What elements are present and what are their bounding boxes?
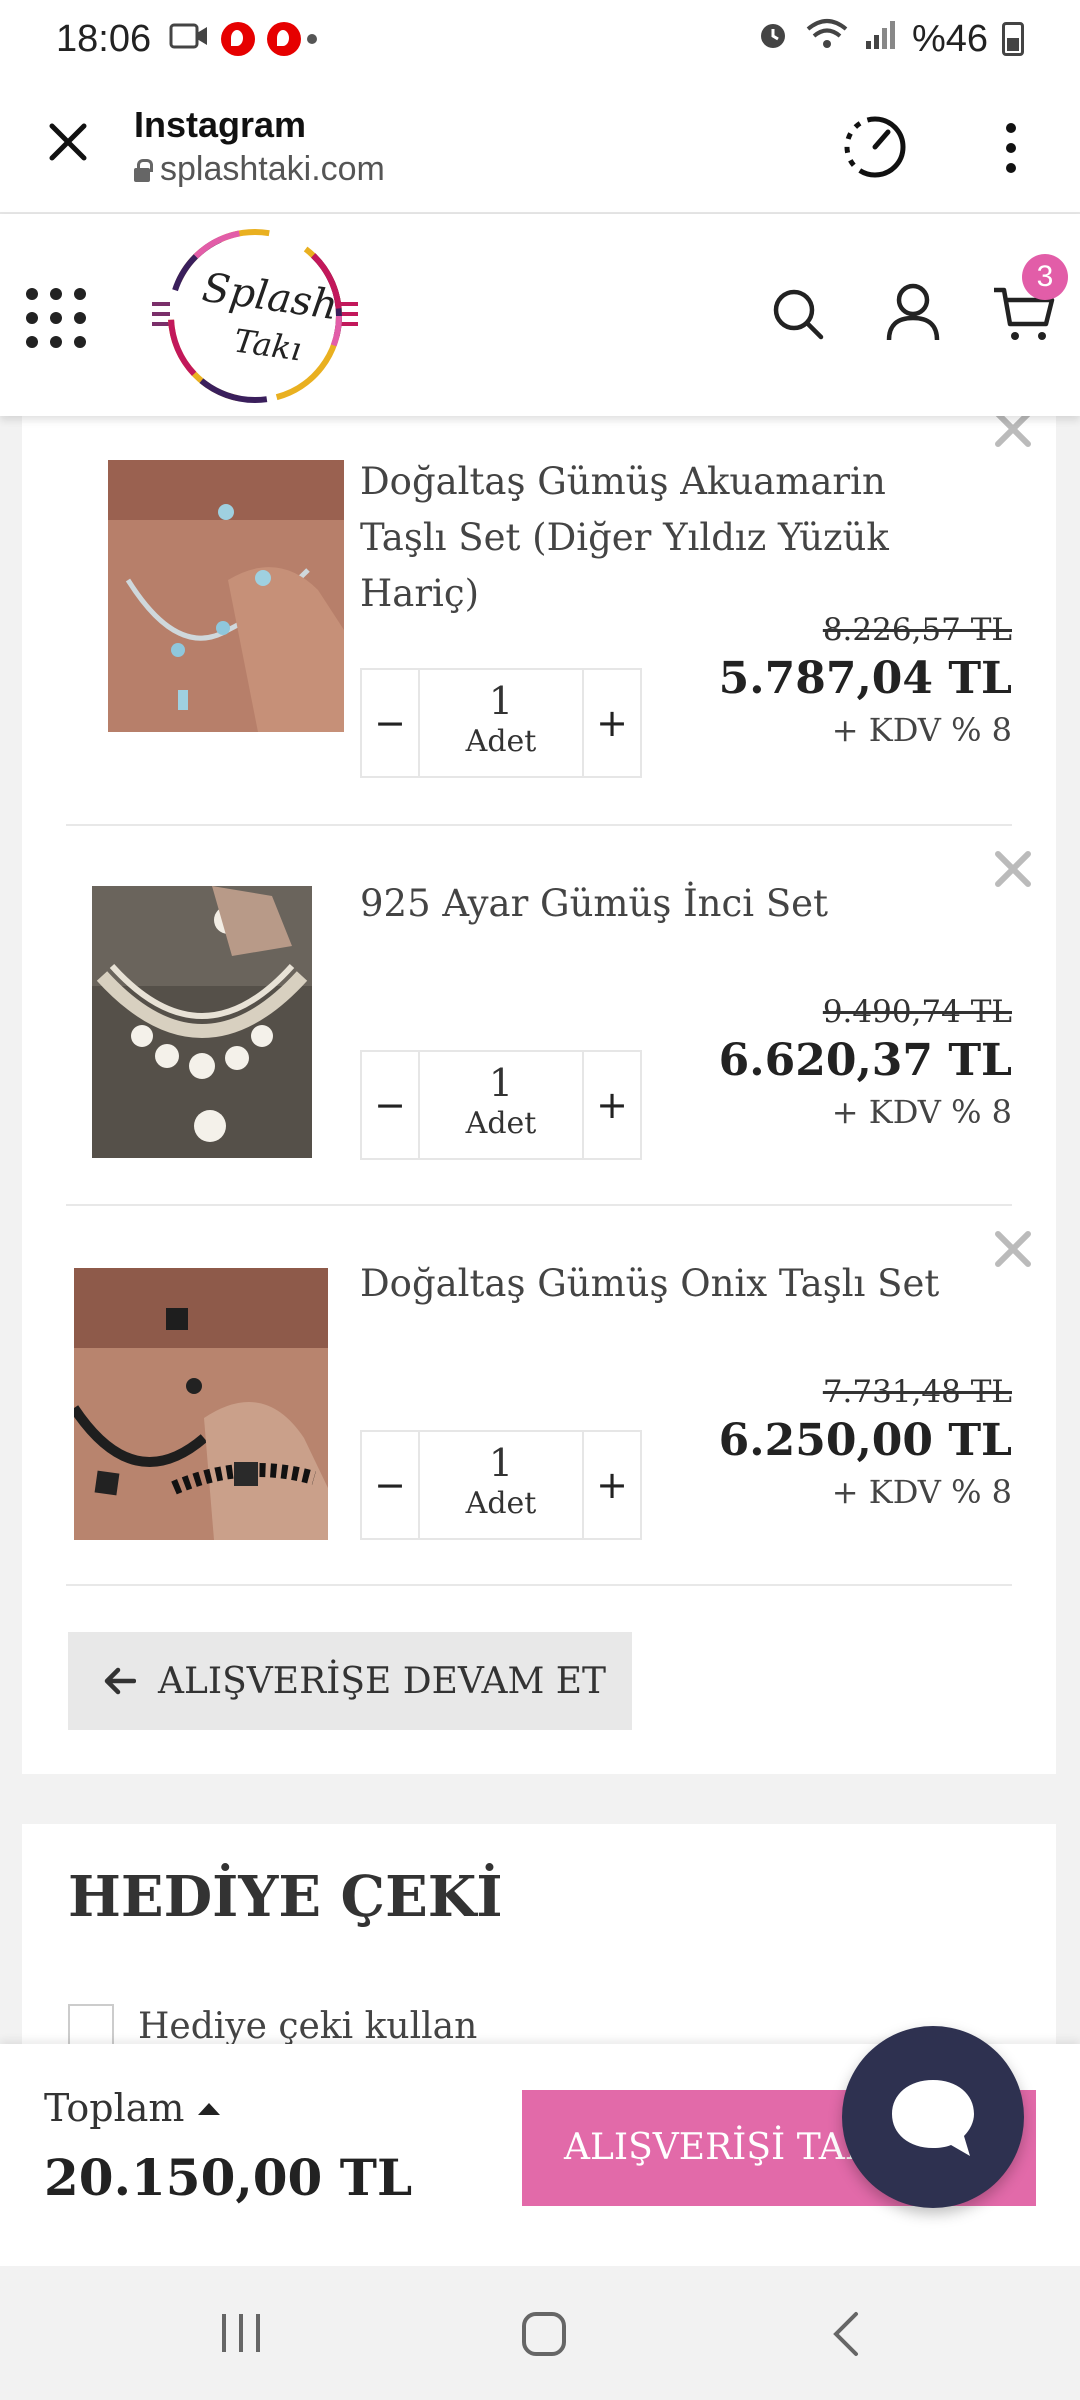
quantity-unit: Adet — [465, 1486, 537, 1521]
price-block: 8.226,57 TL 5.787,04 TL + KDV % 8 — [719, 610, 1012, 752]
recent-apps-icon[interactable] — [218, 2310, 264, 2356]
battery-icon — [1002, 22, 1024, 56]
cart-item: Doğaltaş Gümüş Akuamarin Taşlı Set (Diğe… — [66, 411, 1031, 826]
decrease-quantity-button[interactable]: − — [362, 1432, 418, 1538]
status-bar: 18:06 %46 — [0, 0, 1080, 78]
product-image[interactable] — [108, 460, 344, 732]
chat-button[interactable] — [842, 2026, 1024, 2208]
product-name[interactable]: Doğaltaş Gümüş Onix Taşlı Set — [360, 1256, 970, 1312]
wifi-icon — [804, 17, 850, 61]
total-label: Toplam — [44, 2086, 185, 2130]
status-time: 18:06 — [56, 17, 152, 60]
quantity-unit: Adet — [465, 724, 537, 759]
vodafone-icon — [267, 22, 302, 56]
price-block: 9.490,74 TL 6.620,37 TL + KDV % 8 — [719, 992, 1012, 1134]
old-price: 8.226,57 TL — [822, 612, 1012, 648]
remove-item-icon[interactable] — [992, 1228, 1034, 1270]
vat-note: + KDV % 8 — [831, 1093, 1012, 1131]
cart-item: 925 Ayar Gümüş İnci Set − 1 Adet + 9.490… — [66, 826, 1031, 1206]
continue-shopping-button[interactable]: ALIŞVERİŞE DEVAM ET — [68, 1632, 632, 1730]
gift-card-title: HEDİYE ÇEKİ — [68, 1864, 503, 1930]
remove-item-icon[interactable] — [992, 848, 1034, 890]
gift-card-checkbox-label[interactable]: Hediye çeki kullan — [138, 2006, 477, 2047]
video-call-icon — [169, 18, 209, 61]
cart-item: Doğaltaş Gümüş Onix Taşlı Set − 1 Adet +… — [66, 1206, 1031, 1586]
current-price: 6.250,00 TL — [718, 1415, 1012, 1466]
splash-taki-logo[interactable]: Splash Takı — [150, 226, 360, 406]
decrease-quantity-button[interactable]: − — [362, 1052, 418, 1158]
search-icon[interactable] — [770, 286, 826, 342]
increase-quantity-button[interactable]: + — [584, 1432, 640, 1538]
lock-icon — [134, 159, 153, 182]
back-icon[interactable] — [826, 2310, 866, 2358]
close-icon[interactable] — [46, 120, 90, 164]
product-name[interactable]: Doğaltaş Gümüş Akuamarin Taşlı Set (Diğe… — [360, 454, 970, 622]
notification-dot-icon — [307, 34, 318, 44]
current-price: 6.620,37 TL — [718, 1035, 1012, 1086]
chat-bubble-icon — [892, 2080, 974, 2156]
battery-level: %46 — [911, 17, 988, 60]
increase-quantity-button[interactable]: + — [584, 1052, 640, 1158]
home-icon[interactable] — [520, 2310, 568, 2358]
signal-icon — [864, 17, 898, 61]
menu-grid-icon[interactable] — [24, 286, 88, 350]
caret-up-icon — [198, 2103, 221, 2115]
quantity-stepper: − 1 Adet + — [360, 668, 642, 778]
vat-note: + KDV % 8 — [831, 1473, 1012, 1511]
vat-note: + KDV % 8 — [831, 711, 1012, 749]
current-price: 5.787,04 TL — [718, 653, 1012, 704]
quantity-stepper: − 1 Adet + — [360, 1050, 642, 1160]
decrease-quantity-button[interactable]: − — [362, 670, 418, 776]
site-header: Splash Takı 3 — [0, 214, 1080, 416]
vodafone-icon — [221, 22, 256, 56]
old-price: 7.731,48 TL — [822, 1374, 1012, 1410]
quantity-field[interactable]: 1 Adet — [418, 1052, 584, 1158]
product-image[interactable] — [92, 886, 312, 1158]
quantity-field[interactable]: 1 Adet — [418, 670, 584, 776]
product-image[interactable] — [74, 1268, 328, 1540]
speedometer-icon[interactable] — [842, 114, 908, 180]
quantity-value: 1 — [488, 679, 514, 723]
quantity-stepper: − 1 Adet + — [360, 1430, 642, 1540]
account-icon[interactable] — [884, 282, 942, 342]
total-toggle[interactable]: Toplam — [44, 2086, 221, 2130]
more-options-icon[interactable] — [995, 120, 1027, 176]
quantity-value: 1 — [488, 1061, 514, 1105]
total-amount: 20.150,00 TL — [44, 2148, 413, 2207]
increase-quantity-button[interactable]: + — [584, 670, 640, 776]
system-nav-bar — [0, 2266, 1080, 2400]
arrow-left-icon — [104, 1667, 136, 1695]
quantity-field[interactable]: 1 Adet — [418, 1432, 584, 1538]
price-block: 7.731,48 TL 6.250,00 TL + KDV % 8 — [719, 1372, 1012, 1514]
browser-title: Instagram — [134, 104, 307, 145]
old-price: 9.490,74 TL — [822, 994, 1012, 1030]
cart-items-card: Doğaltaş Gümüş Akuamarin Taşlı Set (Diğe… — [22, 411, 1056, 1774]
product-name[interactable]: 925 Ayar Gümüş İnci Set — [360, 876, 970, 932]
continue-shopping-label: ALIŞVERİŞE DEVAM ET — [158, 1660, 607, 1702]
in-app-browser-bar: Instagram splashtaki.com — [0, 78, 1080, 214]
browser-url[interactable]: splashtaki.com — [134, 150, 385, 189]
alarm-icon — [756, 17, 790, 61]
quantity-value: 1 — [488, 1441, 514, 1485]
cart-count-badge: 3 — [1022, 254, 1068, 300]
quantity-unit: Adet — [465, 1106, 537, 1141]
url-text: splashtaki.com — [160, 150, 385, 188]
